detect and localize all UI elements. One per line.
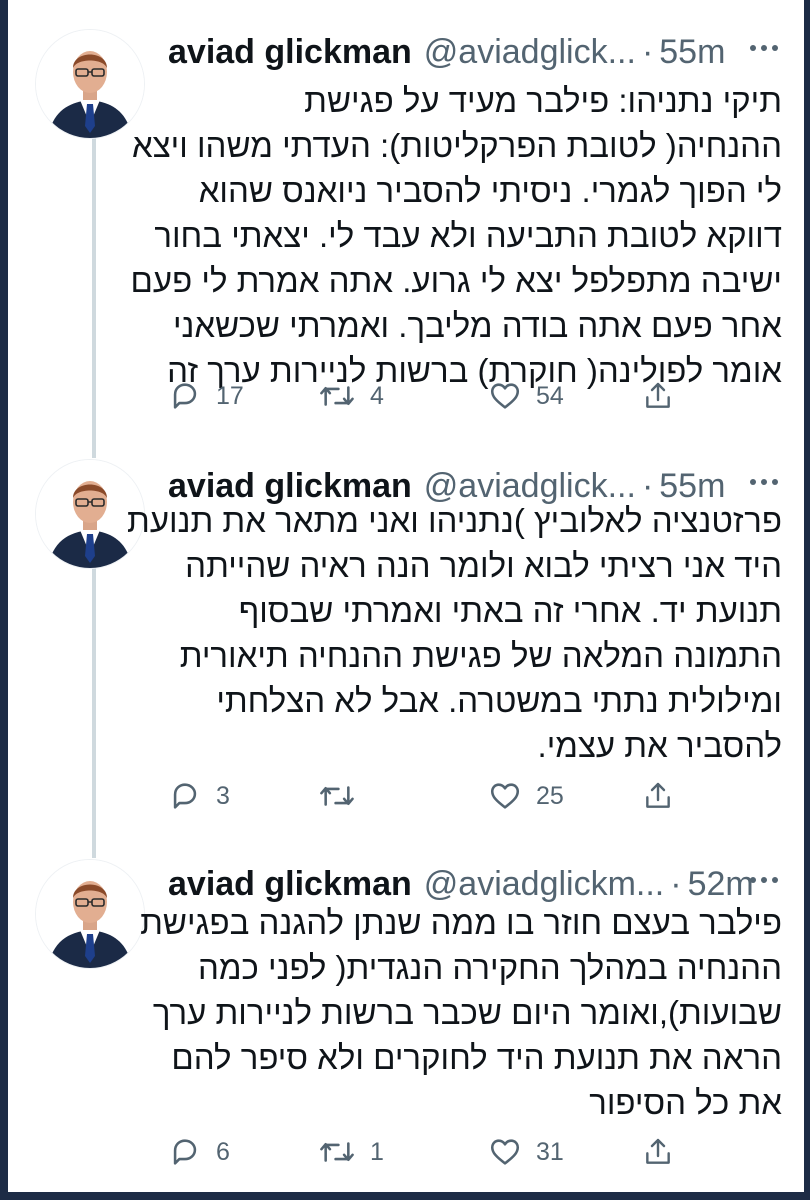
author-handle[interactable]: @aviadglickm... [424, 864, 664, 904]
separator-dot: · [641, 33, 654, 71]
like-button[interactable]: 31 [488, 1128, 564, 1176]
tweet-thread: aviad glickman @aviadglick... · 55m תיקי… [8, 0, 804, 1192]
tweet-text-line: לי הפוך לגמרי. ניסיתי להסביר ניואנס שהוא [198, 172, 782, 209]
tweet-text: פרזטנציה לאלוביץ )נתניהו ואני מתאר את תנ… [127, 498, 782, 768]
share-icon [646, 1138, 670, 1164]
reply-icon [173, 783, 197, 809]
more-icon[interactable] [744, 28, 784, 68]
profile-photo [36, 860, 144, 968]
more-icon[interactable] [744, 860, 784, 900]
tweet[interactable]: aviad glickman @aviadglickm... · 52m פיל… [8, 858, 804, 1188]
share-icon [646, 382, 670, 408]
tweet-text-line: היד אני רציתי לבוא ולומר הנה ראיה שהייתה [185, 547, 782, 584]
reply-button[interactable]: 17 [168, 372, 244, 420]
retweet-button[interactable]: 1 [318, 1128, 384, 1176]
like-count: 31 [536, 1137, 564, 1166]
tweet-text-line: תנועת יד. אחרי זה באתי ואמרתי שבסוף [238, 592, 782, 629]
tweet-text-line: פרזטנציה לאלוביץ )נתניהו ואני מתאר את תנ… [127, 502, 782, 539]
tweet-text-line: ההנחיה( לטובת הפרקליטות): העדתי משהו ויצ… [131, 127, 782, 164]
share-button[interactable] [642, 772, 674, 820]
separator-dot: · [670, 865, 682, 903]
retweet-button[interactable]: 4 [318, 372, 384, 420]
like-count: 54 [536, 381, 564, 410]
like-button[interactable]: 25 [488, 772, 564, 820]
like-icon [490, 383, 520, 409]
tweet-actions: 3 25 [168, 772, 688, 820]
share-button[interactable] [642, 372, 674, 420]
reply-count: 17 [216, 381, 244, 410]
tweet[interactable]: aviad glickman @aviadglick... · 55m פרזט… [8, 460, 804, 840]
tweet-text-line: פילבר בעצם חוזר בו ממה שנתן להגנה בפגישת [140, 904, 782, 941]
profile-photo [36, 30, 144, 138]
like-count: 25 [536, 781, 564, 810]
retweet-icon [320, 786, 354, 806]
retweet-button[interactable] [318, 772, 370, 820]
tweet-header: aviad glickman @aviadglick... · 55m [168, 28, 764, 76]
tweet-text-line: אחר פעם אתה בודה מליבך. ואמרתי שכשאני [172, 307, 782, 344]
tweet-text: פילבר בעצם חוזר בו ממה שנתן להגנה בפגישת… [140, 900, 782, 1125]
avatar[interactable] [36, 30, 144, 138]
author-handle[interactable]: @aviadglick... [424, 32, 636, 72]
tweet-text-line: ישיבה מתפלפל יצא לי גרוע. אתה אמרת לי פע… [130, 262, 782, 299]
like-icon [490, 1139, 520, 1165]
reply-icon [173, 383, 197, 409]
reply-count: 3 [216, 781, 230, 810]
author-name[interactable]: aviad glickman [168, 32, 412, 72]
reply-icon [173, 1139, 197, 1165]
like-icon [490, 783, 520, 809]
tweet-text-line: תיקי נתניהו: פילבר מעיד על פגישת [304, 82, 782, 119]
tweet-text-line: להסביר את עצמי. [537, 727, 782, 764]
share-icon [646, 782, 670, 808]
tweet-text-line: את כל הסיפור [589, 1084, 782, 1121]
retweet-count: 4 [370, 381, 384, 410]
reply-count: 6 [216, 1137, 230, 1166]
reply-button[interactable]: 3 [168, 772, 230, 820]
timestamp[interactable]: 55m [659, 32, 725, 72]
avatar[interactable] [36, 860, 144, 968]
author-name[interactable]: aviad glickman [168, 864, 412, 904]
tweet-text: תיקי נתניהו: פילבר מעיד על פגישת ההנחיה(… [130, 78, 782, 393]
tweet-text-line: ומילולית נתתי במשטרה. אבל לא הצלחתי [216, 682, 782, 719]
retweet-count: 1 [370, 1137, 384, 1166]
tweet-text-line: הראה את תנועת היד לחוקרים ולא סיפר להם [171, 1039, 782, 1076]
tweet-actions: 6 1 31 [168, 1128, 688, 1176]
tweet-actions: 17 4 54 [168, 372, 688, 420]
tweet[interactable]: aviad glickman @aviadglick... · 55m תיקי… [8, 20, 804, 440]
tweet-text-line: דווקא לטובת התביעה ולא עבד לי. יצאתי בחו… [154, 217, 782, 254]
more-icon[interactable] [744, 462, 784, 502]
share-button[interactable] [642, 1128, 674, 1176]
retweet-icon [320, 386, 354, 406]
tweet-text-line: שבועות),ואומר היום שכבר ברשות לניירות ער… [152, 994, 782, 1031]
like-button[interactable]: 54 [488, 372, 564, 420]
retweet-icon [320, 1142, 354, 1162]
tweet-text-line: ההנחיה במהלך החקירה הנגדית( לפני כמה [197, 949, 782, 986]
tweet-text-line: התמונה המלאה של פגישת ההנחיה תיאורית [179, 637, 782, 674]
reply-button[interactable]: 6 [168, 1128, 230, 1176]
